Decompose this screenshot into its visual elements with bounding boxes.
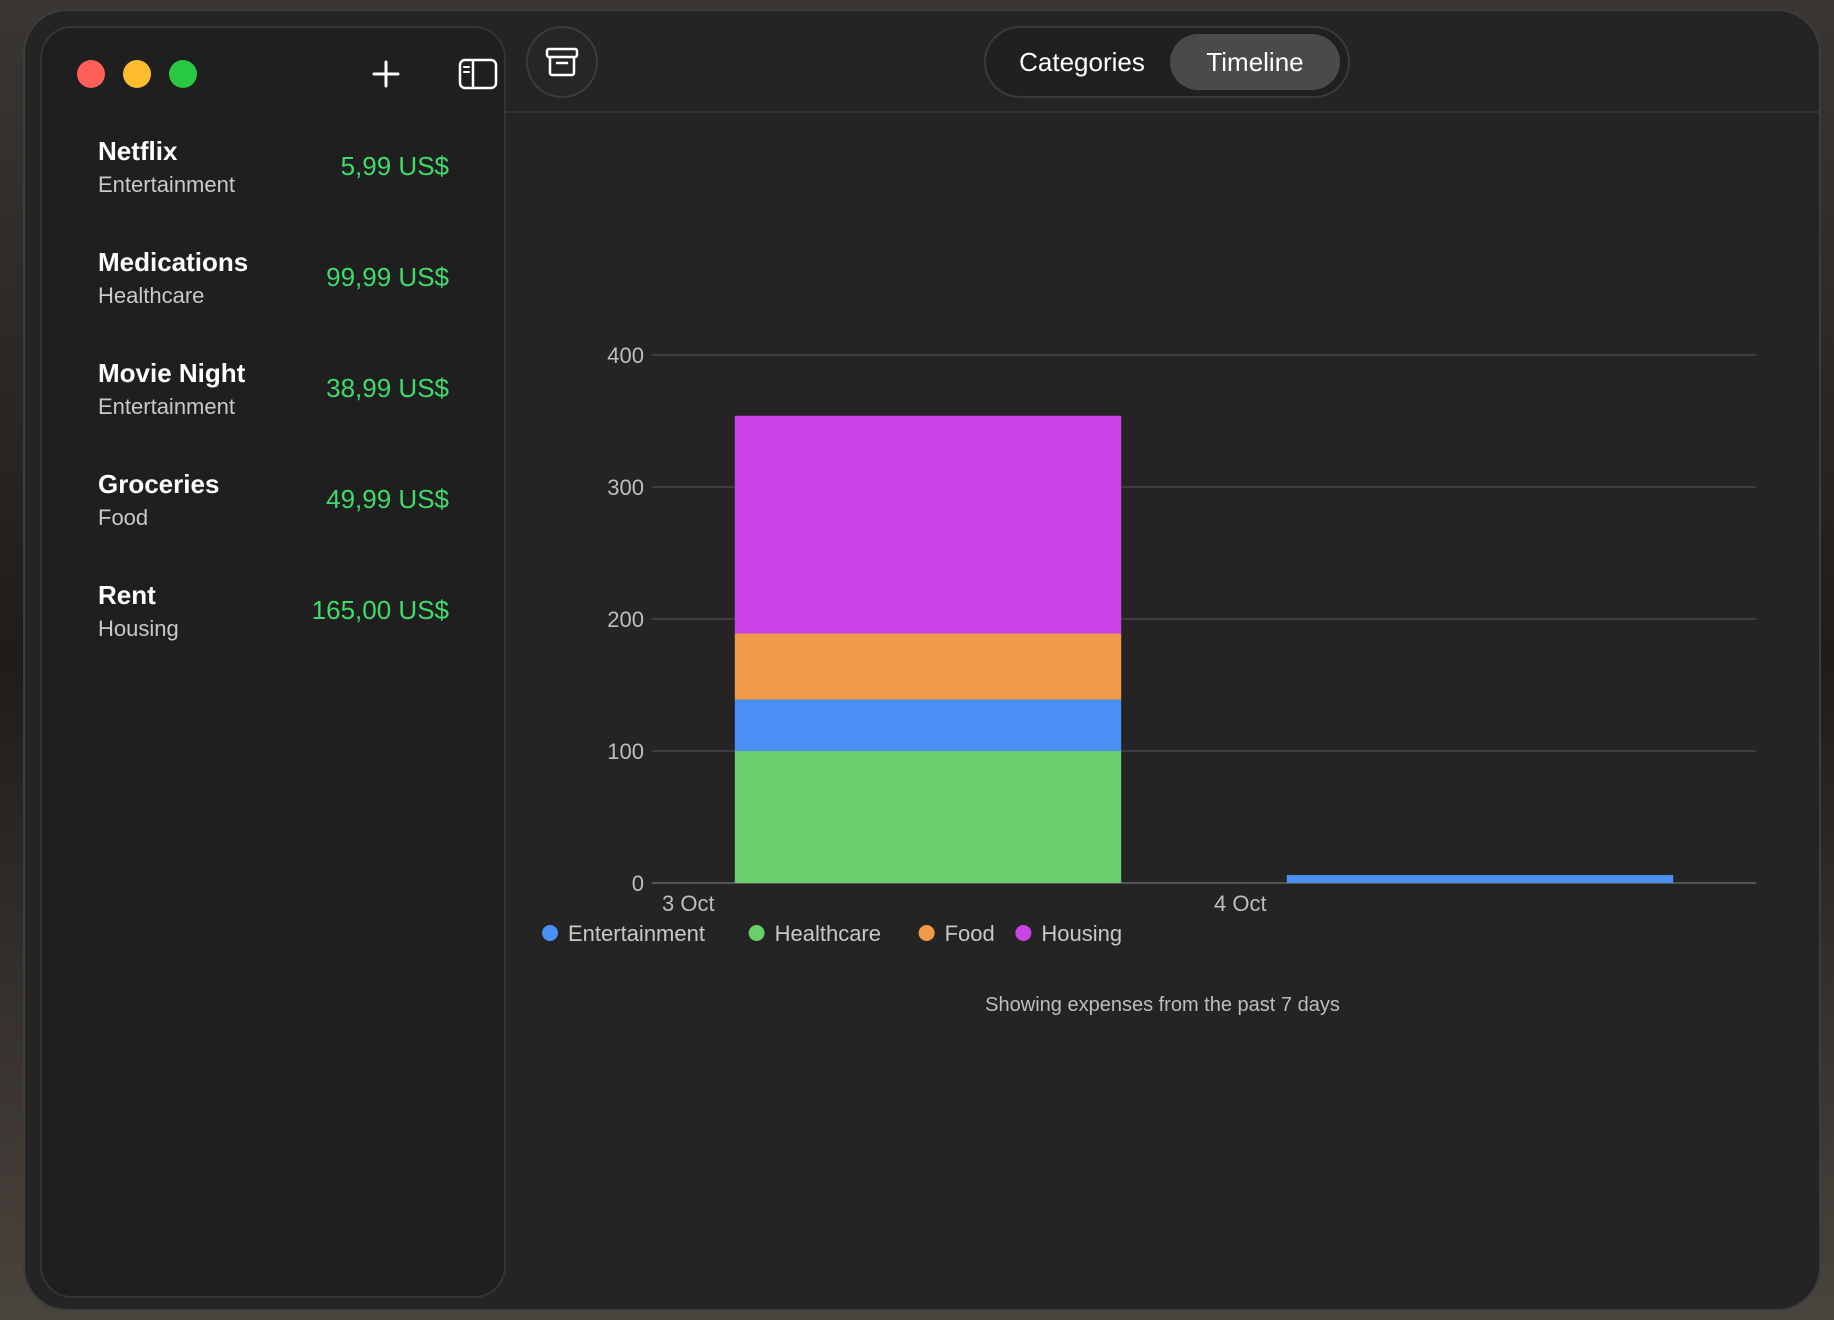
expense-name: Medications bbox=[98, 247, 249, 277]
list-item[interactable]: Movie Night Entertainment 38,99 US$ bbox=[42, 358, 504, 469]
tab-timeline[interactable]: Timeline bbox=[1170, 34, 1340, 90]
expense-amount: 5,99 US$ bbox=[340, 151, 449, 181]
x-tick-label: 3 Oct bbox=[662, 891, 715, 916]
sidebar: Netflix Entertainment 5,99 US$ Medicatio… bbox=[40, 26, 506, 1298]
expense-amount: 49,99 US$ bbox=[326, 484, 449, 514]
y-tick-label: 400 bbox=[607, 343, 644, 368]
plus-icon bbox=[372, 60, 400, 88]
bar-segment-entertainment bbox=[734, 699, 1122, 752]
list-item[interactable]: Netflix Entertainment 5,99 US$ bbox=[42, 136, 504, 247]
expense-amount: 38,99 US$ bbox=[326, 373, 449, 403]
list-item[interactable]: Medications Healthcare 99,99 US$ bbox=[42, 247, 504, 358]
list-item[interactable]: Groceries Food 49,99 US$ bbox=[42, 469, 504, 580]
expense-amount: 99,99 US$ bbox=[326, 262, 449, 292]
timeline-chart: 0 100 200 300 400 3 Oct 4 Oct Entertainment Heal… bbox=[542, 343, 1756, 946]
legend-swatch bbox=[918, 925, 935, 941]
expense-category: Healthcare bbox=[98, 283, 205, 308]
view-picker: Categories Timeline bbox=[984, 26, 1350, 98]
archive-button[interactable] bbox=[526, 26, 598, 98]
app-window: Netflix Entertainment 5,99 US$ Medicatio… bbox=[23, 9, 1821, 1311]
y-tick-label: 300 bbox=[607, 475, 644, 500]
zoom-window-button[interactable] bbox=[169, 60, 197, 88]
sidebar-icon bbox=[458, 58, 498, 90]
y-tick-label: 200 bbox=[607, 607, 644, 632]
expense-name: Groceries bbox=[98, 469, 220, 499]
legend-label: Housing bbox=[1041, 921, 1122, 946]
expense-category: Entertainment bbox=[98, 172, 235, 197]
bar-segment-healthcare bbox=[734, 751, 1122, 883]
y-tick-label: 0 bbox=[632, 871, 644, 896]
legend-label: Entertainment bbox=[568, 921, 705, 946]
x-tick-label: 4 Oct bbox=[1214, 891, 1267, 916]
chart-caption: Showing expenses from the past 7 days bbox=[985, 994, 1340, 1016]
tab-categories[interactable]: Categories bbox=[994, 34, 1170, 90]
expense-list: Netflix Entertainment 5,99 US$ Medicatio… bbox=[42, 136, 504, 691]
expense-name: Movie Night bbox=[98, 358, 246, 388]
bar-segment-food bbox=[734, 633, 1122, 700]
add-expense-button[interactable] bbox=[364, 54, 408, 94]
close-window-button[interactable] bbox=[77, 60, 105, 88]
bar-segment-entertainment bbox=[1286, 875, 1674, 883]
expense-category: Entertainment bbox=[98, 394, 235, 419]
expense-name: Netflix bbox=[98, 136, 178, 166]
legend-swatch bbox=[1015, 925, 1032, 941]
bar-segment-housing bbox=[734, 415, 1122, 634]
y-tick-label: 100 bbox=[607, 739, 644, 764]
expense-name: Rent bbox=[98, 580, 156, 610]
list-item[interactable]: Rent Housing 165,00 US$ bbox=[42, 580, 504, 691]
expense-amount: 165,00 US$ bbox=[311, 595, 449, 625]
legend-label: Food bbox=[945, 921, 995, 946]
legend-swatch bbox=[748, 925, 765, 941]
legend-label: Healthcare bbox=[775, 921, 881, 946]
expense-category: Housing bbox=[98, 616, 179, 641]
expense-category: Food bbox=[98, 505, 149, 530]
toggle-sidebar-button[interactable] bbox=[456, 54, 500, 94]
minimize-window-button[interactable] bbox=[123, 60, 151, 88]
legend-swatch bbox=[542, 925, 558, 941]
archive-icon bbox=[545, 47, 579, 77]
